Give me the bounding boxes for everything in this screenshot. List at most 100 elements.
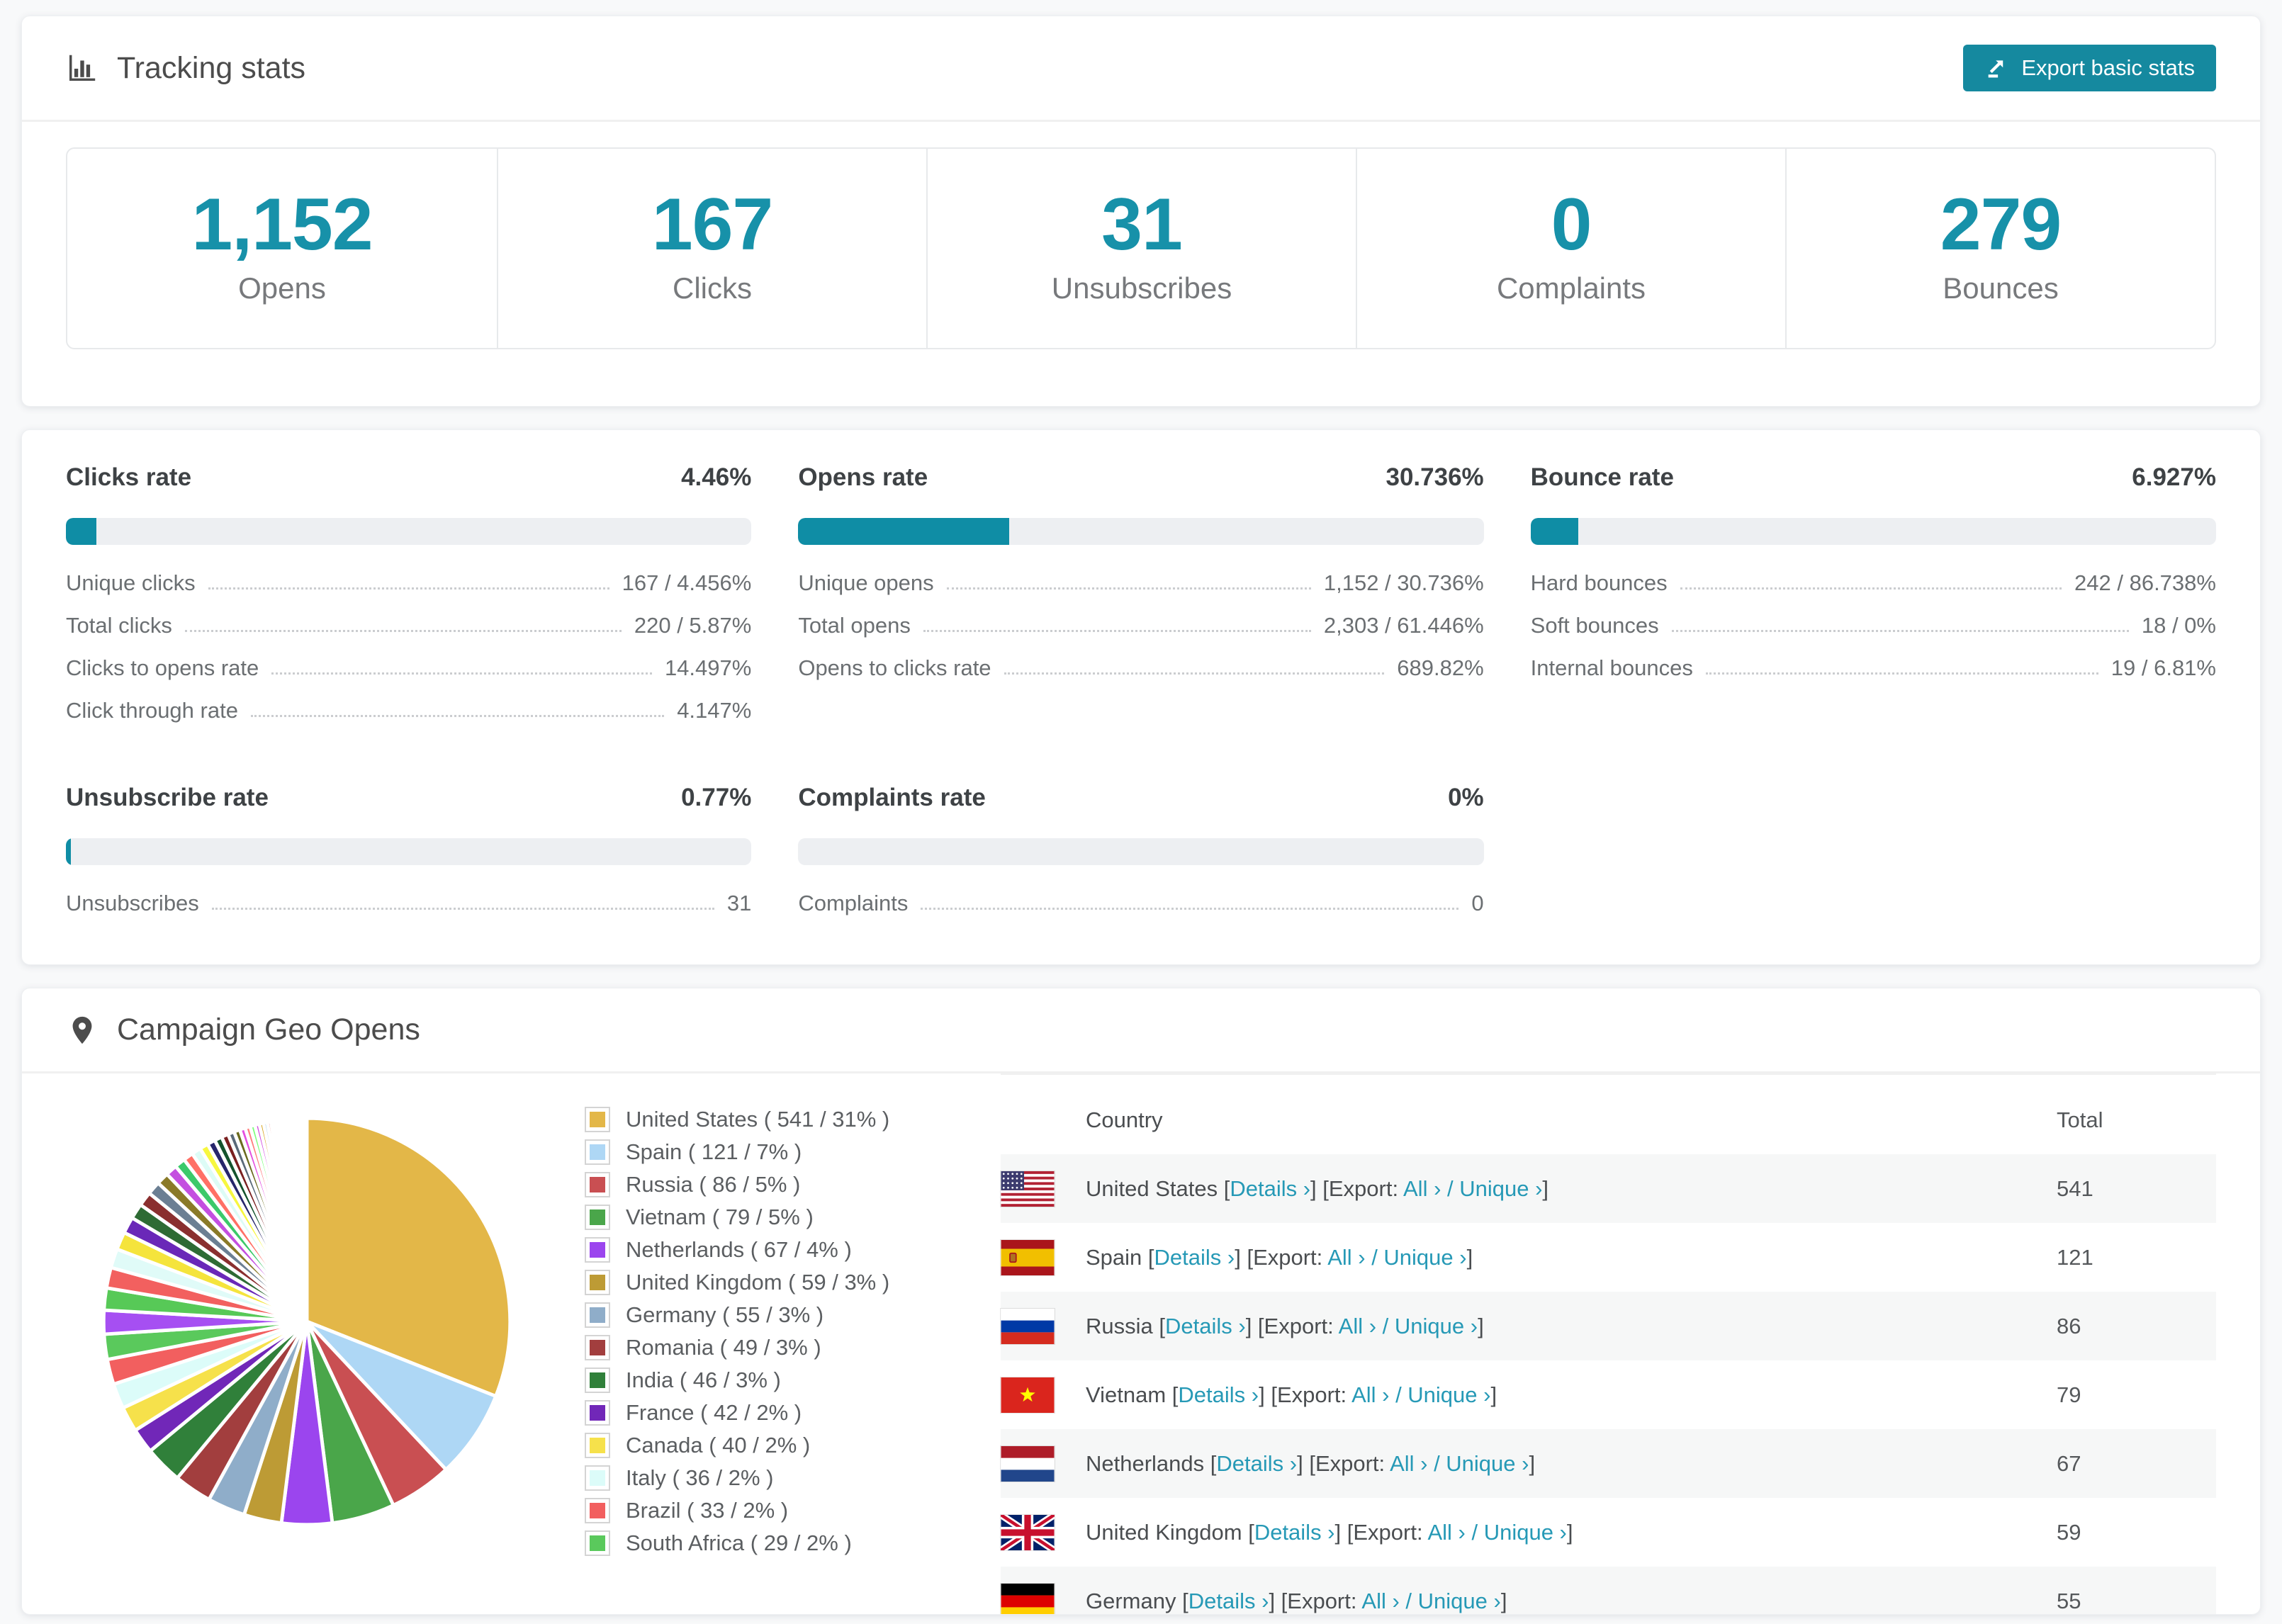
country-export-all-link[interactable]: All ›	[1351, 1382, 1389, 1407]
rate-row-complaints: Complaints 0	[798, 882, 1483, 925]
united-kingdom-flag-icon	[1001, 1514, 1055, 1550]
country-export-unique-link[interactable]: Unique ›	[1484, 1520, 1567, 1545]
rate-row-total-clicks: Total clicks 220 / 5.87%	[66, 604, 751, 647]
summary-stat-label: Complaints	[1496, 271, 1646, 305]
rates-grid: Clicks rate 4.46% Unique clicks 167 / 4.456…	[66, 463, 2216, 925]
country-export-unique-link[interactable]: Unique ›	[1383, 1245, 1466, 1270]
rate-title: Complaints rate	[798, 784, 986, 812]
export-button-label: Export basic stats	[2021, 55, 2195, 80]
dotted-leader	[1705, 672, 2098, 675]
legend-item-germany: Germany ( 55 / 3% )	[585, 1299, 971, 1331]
geo-pie-legend: United States ( 541 / 31% ) Spain ( 121 /…	[585, 1073, 971, 1560]
legend-label: Vietnam ( 79 / 5% )	[626, 1205, 814, 1230]
country-details-link[interactable]: Details ›	[1254, 1520, 1335, 1545]
rate-row-unique-clicks: Unique clicks 167 / 4.456%	[66, 562, 751, 604]
country-details-link[interactable]: Details ›	[1230, 1176, 1310, 1201]
legend-item-india: India ( 46 / 3% )	[585, 1364, 971, 1397]
country-details-link[interactable]: Details ›	[1188, 1589, 1269, 1613]
geo-table-country-cell: United Kingdom [Details ›] [Export: All …	[1086, 1519, 1573, 1545]
summary-stat-value: 31	[1101, 184, 1183, 266]
rate-row-hard-bounces: Hard bounces 242 / 86.738%	[1531, 562, 2216, 604]
country-name: United States	[1086, 1175, 1224, 1201]
rate-percent-value: 30.736%	[1386, 463, 1484, 492]
rate-progress-bar	[66, 518, 752, 546]
geo-table-row-russia: Russia [Details ›] [Export: All › / Uniq…	[1001, 1292, 2216, 1361]
country-export-all-link[interactable]: All ›	[1361, 1589, 1399, 1613]
geo-table-row-united-states: United States [Details ›] [Export: All ›…	[1001, 1154, 2216, 1224]
rate-block-clicks-rate: Clicks rate 4.46% Unique clicks 167 / 4.456…	[66, 463, 752, 732]
united-states-flag-icon	[1001, 1171, 1055, 1207]
dotted-leader	[946, 587, 1311, 590]
legend-item-russia: Russia ( 86 / 5% )	[585, 1168, 971, 1201]
russia-flag-icon	[1001, 1308, 1055, 1344]
rate-percent-value: 0%	[1448, 784, 1484, 812]
rate-progress-bar	[1530, 518, 2216, 546]
legend-swatch	[585, 1530, 610, 1557]
country-export-unique-link[interactable]: Unique ›	[1459, 1176, 1542, 1201]
geo-table-total-cell: 55	[2057, 1588, 2081, 1613]
geo-table-total-cell: 121	[2057, 1244, 2093, 1270]
country-name: United Kingdom	[1086, 1519, 1249, 1545]
country-export-all-link[interactable]: All ›	[1390, 1451, 1427, 1476]
summary-stat-value: 1,152	[191, 184, 373, 266]
tracking-stats-card: Tracking stats Export basic stats 1,152 O…	[21, 16, 2261, 407]
geo-pie-chart	[66, 1073, 534, 1541]
rate-row-value: 31	[726, 891, 752, 916]
geo-table-country-cell: Germany [Details ›] [Export: All › / Uni…	[1086, 1588, 1507, 1613]
netherlands-flag-icon	[1001, 1445, 1055, 1482]
legend-swatch	[585, 1172, 610, 1198]
rate-row-value: 4.147%	[677, 698, 752, 723]
rate-row-label: Total clicks	[66, 613, 172, 638]
summary-stat-clicks: 167 Clicks	[497, 149, 926, 349]
country-export-unique-link[interactable]: Unique ›	[1407, 1382, 1490, 1407]
country-details-link[interactable]: Details ›	[1178, 1382, 1259, 1407]
geo-table-row-united-kingdom: United Kingdom [Details ›] [Export: All …	[1001, 1498, 2216, 1567]
spain-flag-icon	[1001, 1239, 1055, 1275]
geo-table: Country Total United States [Details ›] …	[1001, 1073, 2216, 1615]
geo-table-row-spain: Spain [Details ›] [Export: All › / Uniqu…	[1001, 1223, 2216, 1292]
rate-row-label: Unsubscribes	[66, 891, 199, 916]
rate-row-value: 0	[1471, 891, 1484, 916]
vietnam-flag-icon	[1001, 1377, 1055, 1413]
legend-swatch	[585, 1107, 610, 1133]
rate-block-bounce-rate: Bounce rate 6.927% Hard bounces 242 / 86.73…	[1530, 463, 2216, 732]
country-export-all-link[interactable]: All ›	[1327, 1245, 1365, 1270]
rate-row-label: Internal bounces	[1530, 655, 1693, 681]
legend-label: United Kingdom ( 59 / 3% )	[626, 1270, 890, 1295]
dotted-leader	[1004, 672, 1385, 675]
country-export-all-link[interactable]: All ›	[1403, 1176, 1441, 1201]
rate-row-soft-bounces: Soft bounces 18 / 0%	[1531, 604, 2216, 647]
legend-swatch	[585, 1335, 610, 1361]
legend-item-canada: Canada ( 40 / 2% )	[585, 1429, 971, 1462]
country-name: Germany	[1086, 1588, 1183, 1613]
country-details-link[interactable]: Details ›	[1154, 1245, 1235, 1270]
export-basic-stats-button[interactable]: Export basic stats	[1963, 45, 2216, 91]
country-details-link[interactable]: Details ›	[1216, 1451, 1297, 1476]
rate-row-value: 18 / 0%	[2141, 613, 2216, 638]
rate-title: Clicks rate	[66, 463, 192, 492]
geo-header: Campaign Geo Opens	[22, 988, 2260, 1074]
rate-block-opens-rate: Opens rate 30.736% Unique opens 1,152 / 30.…	[798, 463, 1484, 732]
country-name: Netherlands	[1086, 1450, 1210, 1476]
country-export-unique-link[interactable]: Unique ›	[1446, 1451, 1529, 1476]
country-export-all-link[interactable]: All ›	[1339, 1314, 1376, 1338]
country-export-unique-link[interactable]: Unique ›	[1395, 1314, 1478, 1338]
rate-row-label: Clicks to opens rate	[66, 655, 259, 681]
legend-swatch	[585, 1498, 610, 1524]
legend-label: Spain ( 121 / 7% )	[626, 1139, 802, 1165]
geo-content: United States ( 541 / 31% ) Spain ( 121 /…	[22, 1073, 2260, 1615]
geo-table-total-cell: 541	[2057, 1175, 2093, 1201]
country-details-link[interactable]: Details ›	[1165, 1314, 1246, 1338]
page-title: Tracking stats	[117, 50, 306, 85]
rate-row-total-opens: Total opens 2,303 / 61.446%	[798, 604, 1483, 647]
page: Tracking stats Export basic stats 1,152 O…	[0, 0, 2282, 1615]
country-export-all-link[interactable]: All ›	[1427, 1520, 1465, 1545]
rate-progress-fill	[1530, 518, 1578, 546]
geo-table-header-flag-spacer	[1001, 1107, 1086, 1133]
rate-row-value: 220 / 5.87%	[634, 613, 752, 638]
summary-stat-bounces: 279 Bounces	[1785, 149, 2215, 349]
summary-stat-opens: 1,152 Opens	[67, 149, 497, 348]
country-export-unique-link[interactable]: Unique ›	[1418, 1589, 1501, 1613]
rate-progress-bar	[66, 838, 752, 866]
rate-row-value: 14.497%	[664, 655, 752, 681]
